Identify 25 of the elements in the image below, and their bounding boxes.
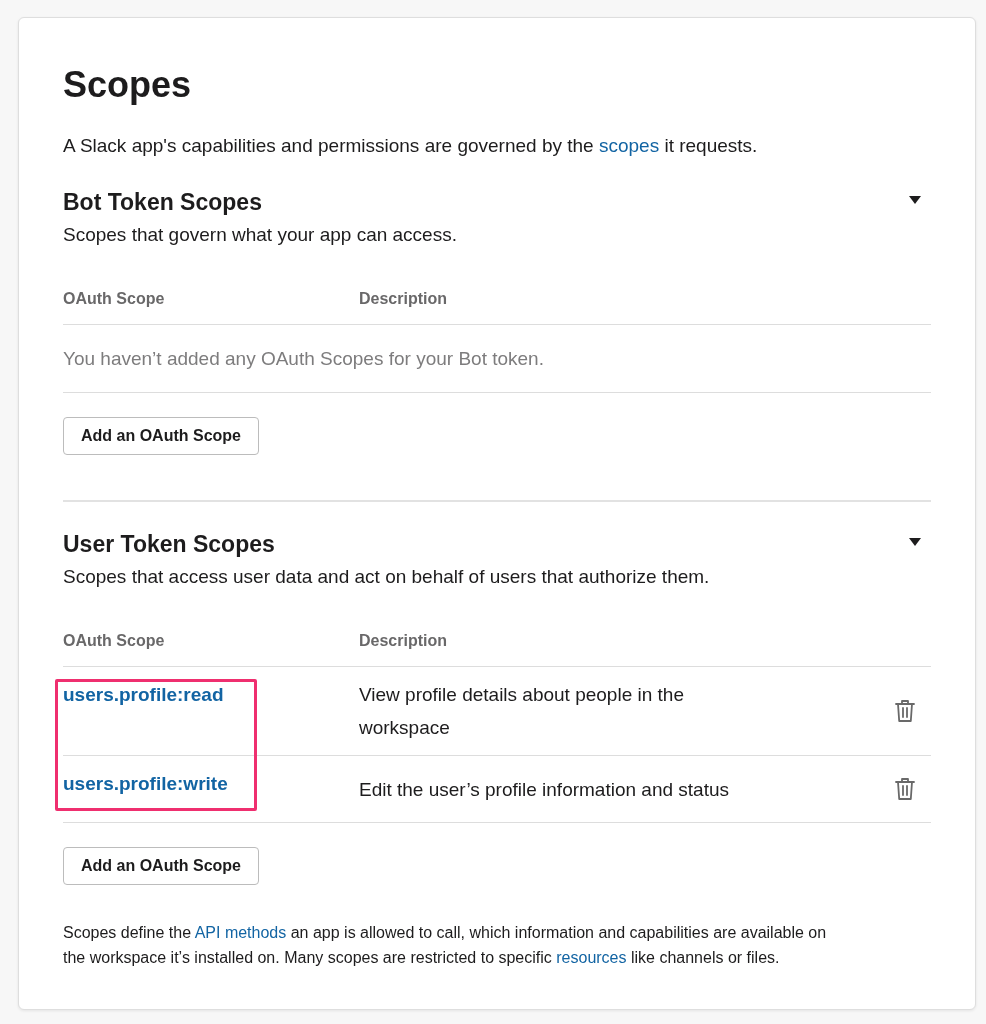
- section-title: Bot Token Scopes: [63, 188, 262, 217]
- section-description: Scopes that access user data and act on behalf of users that authorize them.: [63, 565, 711, 589]
- scope-description: View profile details about people in the workspace: [359, 683, 685, 740]
- column-header: Description: [359, 289, 447, 309]
- section-description: Scopes that govern what your app can access.: [63, 223, 458, 247]
- scope-description: Edit the user’s profile information and status: [359, 777, 729, 802]
- caret-down-icon[interactable]: [909, 196, 921, 204]
- caret-down-icon[interactable]: [909, 538, 921, 546]
- page-title: Scopes: [63, 63, 193, 107]
- trash-icon[interactable]: [895, 777, 915, 801]
- add-scope-button[interactable]: Add an OAuth Scope: [63, 417, 259, 455]
- inline-link[interactable]: resources: [556, 949, 627, 966]
- intro-text: A Slack app's capabilities and permissions are governed by the scopes it requests.: [63, 134, 759, 158]
- column-header: OAuth Scope: [63, 631, 165, 651]
- inline-link[interactable]: API methods: [194, 924, 287, 941]
- trash-icon[interactable]: [895, 699, 915, 723]
- scope-link[interactable]: users.profile:write: [63, 770, 228, 798]
- column-header: OAuth Scope: [63, 289, 165, 309]
- add-scope-button[interactable]: Add an OAuth Scope: [63, 847, 259, 885]
- footer-text: Scopes define the API methods an app is allowed to call, which information and capabilities are available on the workspace it’s installed on. Many scopes are restricted to specific resources like channels or files.: [63, 923, 828, 968]
- empty-message: You haven’t added any OAuth Scopes for your Bot token.: [63, 346, 544, 371]
- scope-link[interactable]: users.profile:read: [63, 681, 224, 709]
- inline-link[interactable]: scopes: [598, 135, 660, 156]
- column-header: Description: [359, 631, 447, 651]
- section-title: User Token Scopes: [63, 530, 275, 559]
